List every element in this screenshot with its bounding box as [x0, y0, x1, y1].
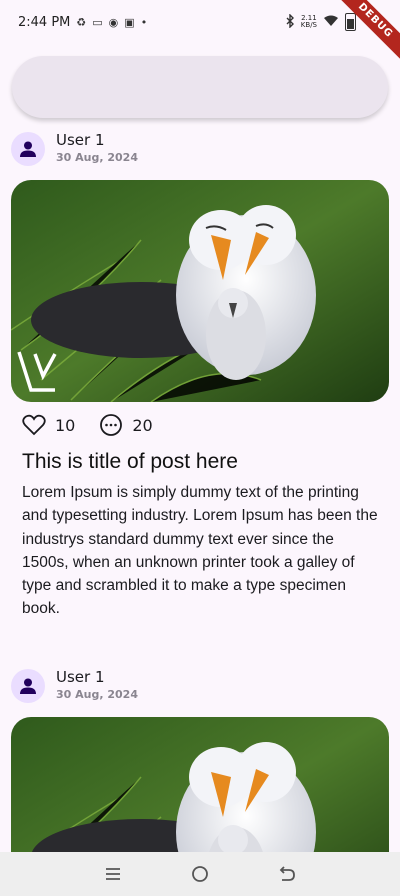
bluetooth-icon [285, 12, 295, 31]
user-name[interactable]: User 1 [56, 668, 138, 687]
recycle-icon: ♻ [76, 15, 87, 29]
post-title: This is title of post here [22, 450, 238, 473]
user-name[interactable]: User 1 [56, 131, 138, 150]
battery-icon [345, 13, 356, 31]
like-action[interactable]: 10 [22, 414, 75, 436]
post-header[interactable]: User 1 30 Aug, 2024 [11, 668, 138, 703]
post-image[interactable] [11, 180, 389, 402]
screen-icon: ▭ [92, 15, 103, 29]
recent-apps-button[interactable] [98, 859, 128, 889]
person-icon [20, 678, 36, 694]
home-circle-icon [192, 866, 208, 882]
person-icon [20, 141, 36, 157]
home-button[interactable] [185, 859, 215, 889]
comment-icon[interactable] [99, 413, 123, 437]
post-header[interactable]: User 1 30 Aug, 2024 [11, 131, 138, 166]
back-button[interactable] [272, 859, 302, 889]
search-bar[interactable] [12, 56, 388, 118]
messenger-icon: ◉ [108, 15, 119, 29]
wifi-icon [323, 15, 339, 30]
facebook-icon: ▣ [124, 15, 135, 29]
menu-icon [106, 868, 121, 880]
post-actions: 10 20 [22, 413, 177, 437]
network-speed: 2.11 KB/S [300, 14, 317, 29]
post-date: 30 Aug, 2024 [56, 688, 138, 701]
comment-count: 20 [132, 415, 153, 435]
avatar[interactable] [11, 131, 45, 166]
status-bar: 2:44 PM ♻ ▭ ◉ ▣ • 2.11 KB/S [0, 0, 400, 44]
post-date: 30 Aug, 2024 [56, 151, 138, 164]
post-body: Lorem Ipsum is simply dummy text of the … [22, 484, 378, 618]
avatar[interactable] [11, 668, 45, 703]
comment-action[interactable]: 20 [99, 413, 153, 437]
system-nav-bar [0, 852, 400, 896]
status-time: 2:44 PM [18, 14, 71, 30]
back-icon [279, 866, 295, 881]
heart-icon[interactable] [22, 414, 46, 436]
notification-dot: • [140, 15, 148, 29]
like-count: 10 [55, 415, 76, 435]
